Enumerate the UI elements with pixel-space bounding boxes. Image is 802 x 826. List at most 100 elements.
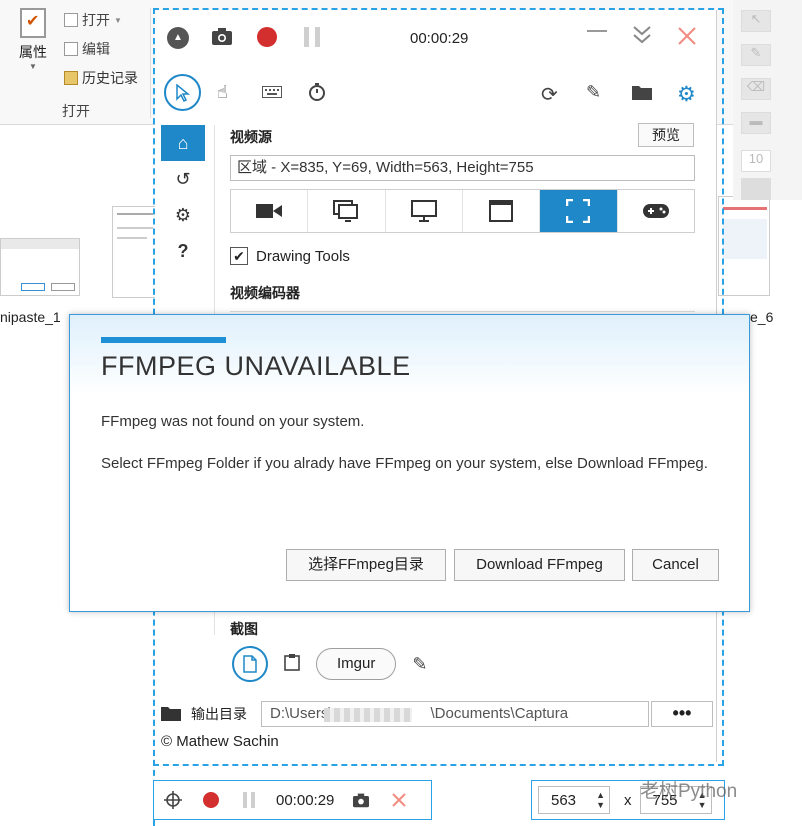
cursor-toggle[interactable] [164,74,201,111]
size-separator: x [624,791,632,809]
file-name[interactable]: e_6 [750,309,773,325]
recording-timer: 00:00:29 [276,791,335,809]
clear-icon[interactable]: ▬ [741,112,771,134]
clicks-toggle[interactable]: ☝ [217,82,228,103]
file-thumbnail[interactable] [112,206,156,298]
record-icon [257,27,277,47]
collapse-button[interactable]: ▲ [167,27,189,49]
properties-button[interactable]: 属性 ▼ [10,8,56,71]
video-camera-icon [256,204,283,218]
history-button[interactable]: 历史记录 [64,68,138,88]
crosshair-button[interactable] [154,791,192,809]
refresh-button[interactable]: ⟳ [541,82,558,107]
download-ffmpeg-button[interactable]: Download FFmpeg [454,549,625,581]
record-button[interactable] [192,792,230,808]
pause-button[interactable] [230,792,268,808]
edit-button[interactable]: 编辑 [64,39,110,59]
browse-button[interactable]: ••• [651,701,713,727]
screenshot-button[interactable] [342,792,380,808]
imgur-button[interactable]: Imgur [316,648,397,680]
monitor-icon [410,200,437,222]
settings-button[interactable]: ⚙ [677,82,696,107]
minimal-mode-button[interactable] [632,24,652,46]
history-icon [64,71,78,85]
clipboard-button[interactable] [284,653,300,676]
edit-icon [64,42,78,56]
timer-toggle[interactable] [307,82,327,102]
source-screen[interactable] [386,190,463,232]
gear-icon: ⚙ [677,83,696,106]
ribbon-group-label: 打开 [62,103,90,119]
brush-icon: ✎ [586,82,602,102]
source-window[interactable] [308,190,386,232]
close-icon [392,793,407,807]
output-directory-row: 输出目录 D:\Users\ \Documents\Captura ••• [155,700,717,728]
eraser-icon[interactable]: ⌫ [741,78,771,100]
editor-button[interactable]: ✎ [412,654,427,675]
folder-icon [632,86,652,100]
folder-icon[interactable] [161,705,181,721]
color-swatch[interactable] [741,178,771,200]
pause-button[interactable] [304,27,320,47]
gear-icon: ⚙ [174,204,192,225]
brush-button[interactable]: ✎ [586,82,601,103]
checkmark-icon: ✔ [233,247,245,264]
keystrokes-toggle[interactable] [262,86,282,98]
drawing-tools-option[interactable]: ✔ Drawing Tools [230,247,350,265]
right-toolbar: ↖ ✎ ⌫ ▬ 10 [733,0,802,200]
sidebar-item-settings[interactable]: ⚙ [161,197,205,233]
sidebar-item-history[interactable]: ↺ [161,161,205,197]
chevron-down-icon: ▼ [114,15,122,25]
file-name[interactable]: nipaste_1 [0,309,61,325]
file-thumbnail[interactable] [718,196,770,296]
close-icon [678,27,696,45]
camera-icon [212,28,232,45]
spin-arrows-icon[interactable]: ▲ ▼ [596,790,605,810]
multi-screen-icon [333,200,359,222]
record-button[interactable] [257,27,277,47]
preview-button[interactable]: 预览 [638,123,694,147]
open-icon [64,13,78,27]
sidebar-item-help[interactable]: ? [161,233,205,269]
camera-icon [353,793,370,808]
source-region[interactable] [540,190,618,232]
minimize-icon [587,30,607,32]
output-folder-button[interactable] [632,84,652,100]
file-thumbnail[interactable] [0,238,80,296]
keyboard-icon [262,86,282,98]
screenshot-targets: Imgur ✎ [232,646,427,682]
screenshot-button[interactable] [211,26,233,46]
file-icon [243,655,257,673]
open-label: 打开 [82,12,110,28]
close-button[interactable] [380,792,418,808]
cancel-button[interactable]: Cancel [632,549,719,581]
dialog-message: FFmpeg was not found on your system. [101,413,365,430]
drawing-tools-checkbox[interactable]: ✔ [230,247,248,265]
cursor-icon[interactable]: ↖ [741,10,771,32]
gamepad-icon [642,204,669,218]
pen-icon[interactable]: ✎ [741,44,771,66]
size-field[interactable]: 10 [741,150,771,172]
source-game[interactable] [618,190,694,232]
open-button[interactable]: 打开 ▼ [64,10,122,30]
recording-timer: 00:00:29 [410,30,469,47]
source-window-frame[interactable] [463,190,541,232]
select-ffmpeg-folder-button[interactable]: 选择FFmpeg目录 [286,549,446,581]
copyright-text: © Mathew Sachin [161,733,279,750]
minimize-button[interactable] [587,30,607,32]
region-select-icon [566,199,591,223]
drawing-tools-label: Drawing Tools [256,247,350,265]
mini-recording-bar: 00:00:29 [153,780,432,820]
sidebar-item-home[interactable]: ⌂ [161,125,205,161]
watermark: 老树Python [640,781,738,802]
close-button[interactable] [677,26,697,46]
output-path-field[interactable]: D:\Users\ \Documents\Captura [261,701,649,727]
save-to-disk-button[interactable] [232,646,268,682]
double-chevron-down-icon [633,26,651,44]
source-webcam[interactable] [231,190,309,232]
dialog-title: FFMPEG UNAVAILABLE [101,351,411,381]
history-icon: ↺ [175,168,191,189]
region-field[interactable]: 区域 - X=835, Y=69, Width=563, Height=755 [230,155,695,181]
width-stepper[interactable]: 563 ▲ ▼ [538,786,610,814]
cursor-icon [175,83,190,102]
